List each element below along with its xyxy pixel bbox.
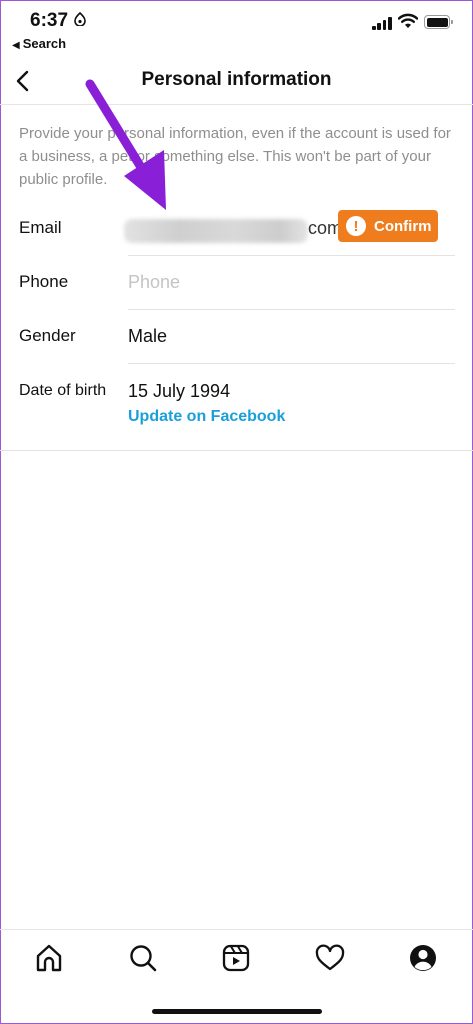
tab-reels[interactable]: [218, 940, 254, 976]
update-on-facebook-link[interactable]: Update on Facebook: [128, 408, 285, 426]
tab-home[interactable]: [31, 940, 67, 976]
tab-profile[interactable]: [405, 940, 441, 976]
heart-icon: [315, 944, 345, 971]
gender-row[interactable]: Gender Male: [0, 310, 473, 364]
gender-label: Gender: [19, 326, 76, 345]
phone-input[interactable]: [128, 268, 428, 296]
page-title: Personal information: [141, 69, 332, 90]
date-of-birth-label: Date of birth: [19, 382, 107, 399]
focus-mode-icon: [74, 11, 86, 29]
home-icon: [36, 944, 62, 972]
date-of-birth-value: 15 July 1994: [128, 381, 231, 401]
cellular-signal-icon: [372, 16, 392, 30]
date-of-birth-row: Date of birth 15 July 1994 Update on Fac…: [0, 364, 473, 451]
confirm-email-button[interactable]: ! Confirm: [338, 210, 438, 242]
battery-icon: [424, 15, 453, 29]
gender-value: Male: [128, 326, 168, 346]
nav-header: Personal information: [0, 60, 473, 105]
confirm-label: Confirm: [374, 217, 432, 235]
email-row: Email com ! Confirm: [0, 200, 473, 256]
back-to-app-button[interactable]: ◀ Search: [12, 36, 66, 51]
email-label: Email: [19, 218, 62, 237]
tab-activity[interactable]: [312, 940, 348, 976]
tab-search[interactable]: [125, 940, 161, 976]
email-value-suffix: com: [308, 218, 338, 238]
back-triangle-icon: ◀: [12, 40, 20, 51]
wifi-icon: [397, 13, 419, 34]
status-time: 6:37: [30, 10, 69, 31]
home-indicator[interactable]: [152, 1009, 322, 1014]
status-bar: 6:37 ◀ Search: [0, 0, 473, 60]
profile-icon: [410, 945, 436, 971]
exclamation-icon: !: [346, 216, 366, 236]
email-value-redacted[interactable]: [124, 219, 308, 243]
search-icon: [130, 945, 157, 972]
phone-label: Phone: [19, 272, 69, 291]
back-to-app-label: Search: [22, 36, 67, 51]
phone-row: Phone: [0, 256, 473, 310]
privacy-description: Provide your personal information, even …: [19, 125, 451, 188]
reels-icon: [222, 944, 250, 972]
bottom-tab-bar: [0, 929, 473, 992]
